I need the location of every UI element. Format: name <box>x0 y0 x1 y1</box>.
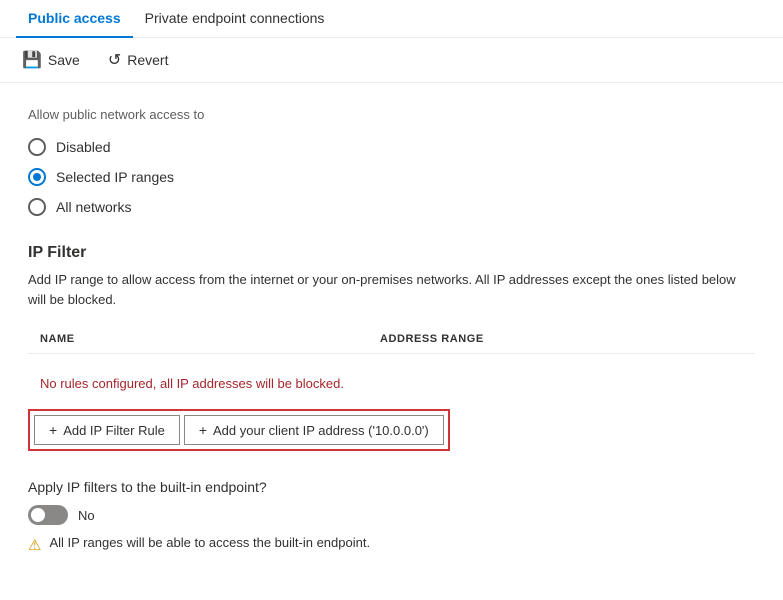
warning-icon: ⚠ <box>28 536 41 554</box>
apply-ip-filters-section: Apply IP filters to the built-in endpoin… <box>28 479 755 554</box>
network-access-radio-group: Disabled Selected IP ranges All networks <box>28 138 755 216</box>
radio-label-disabled: Disabled <box>56 139 110 155</box>
save-label: Save <box>48 52 80 68</box>
revert-button[interactable]: ↺ Revert <box>102 46 175 74</box>
tab-public-access[interactable]: Public access <box>16 0 133 38</box>
tab-bar: Public access Private endpoint connectio… <box>0 0 783 38</box>
radio-label-all-networks: All networks <box>56 199 131 215</box>
col-address-range: ADDRESS RANGE <box>368 325 755 354</box>
allow-label: Allow public network access to <box>28 107 755 122</box>
radio-label-selected-ip: Selected IP ranges <box>56 169 174 185</box>
warning-text: All IP ranges will be able to access the… <box>49 535 370 550</box>
plus-icon-filter: + <box>49 422 57 438</box>
save-button[interactable]: 💾 Save <box>16 46 86 74</box>
action-buttons-container: + Add IP Filter Rule + Add your client I… <box>28 409 450 451</box>
apply-filters-label: Apply IP filters to the built-in endpoin… <box>28 479 755 495</box>
col-name: NAME <box>28 325 368 354</box>
radio-circle-selected-ip <box>28 168 46 186</box>
warning-row: ⚠ All IP ranges will be able to access t… <box>28 535 755 554</box>
add-client-ip-label: Add your client IP address ('10.0.0.0') <box>213 423 429 438</box>
main-content: Allow public network access to Disabled … <box>0 83 783 594</box>
toggle-value-label: No <box>78 508 95 523</box>
plus-icon-client: + <box>199 422 207 438</box>
ip-filter-section: IP Filter Add IP range to allow access f… <box>28 244 755 479</box>
toggle-thumb <box>31 508 45 522</box>
ip-filter-title: IP Filter <box>28 244 755 262</box>
add-client-ip-button[interactable]: + Add your client IP address ('10.0.0.0'… <box>184 415 444 445</box>
toolbar: 💾 Save ↺ Revert <box>0 38 783 83</box>
tab-private-endpoint[interactable]: Private endpoint connections <box>133 0 337 38</box>
apply-filters-toggle[interactable] <box>28 505 68 525</box>
radio-all-networks[interactable]: All networks <box>28 198 755 216</box>
radio-circle-all-networks <box>28 198 46 216</box>
revert-label: Revert <box>127 52 168 68</box>
save-icon: 💾 <box>22 50 42 70</box>
add-ip-filter-rule-button[interactable]: + Add IP Filter Rule <box>34 415 180 445</box>
revert-icon: ↺ <box>108 50 121 70</box>
ip-filter-description: Add IP range to allow access from the in… <box>28 270 755 309</box>
radio-selected-ip[interactable]: Selected IP ranges <box>28 168 755 186</box>
radio-disabled[interactable]: Disabled <box>28 138 755 156</box>
ip-filter-table: NAME ADDRESS RANGE <box>28 325 755 354</box>
add-ip-filter-rule-label: Add IP Filter Rule <box>63 423 165 438</box>
no-rules-message: No rules configured, all IP addresses wi… <box>28 366 755 401</box>
radio-circle-disabled <box>28 138 46 156</box>
toggle-row: No <box>28 505 755 525</box>
